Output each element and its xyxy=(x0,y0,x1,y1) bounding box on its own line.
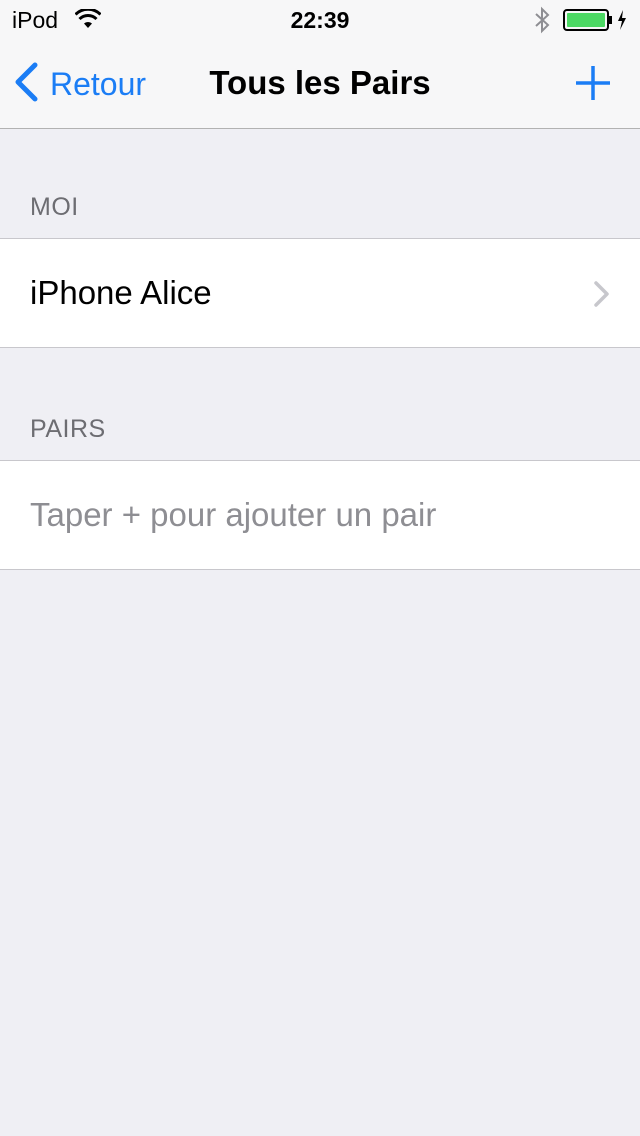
battery-icon xyxy=(563,9,613,36)
plus-icon xyxy=(574,66,612,106)
section-header-me: MOI xyxy=(30,193,79,221)
list-item-empty-peers: Taper + pour ajouter un pair xyxy=(0,460,640,570)
bluetooth-icon xyxy=(534,6,552,39)
section-header-peers: PAIRS xyxy=(30,415,106,443)
chevron-right-icon xyxy=(594,281,610,312)
charging-icon xyxy=(616,9,628,36)
page-title: Tous les Pairs xyxy=(209,64,431,101)
navigation-bar: Retour Tous les Pairs xyxy=(0,40,640,129)
add-peer-button[interactable] xyxy=(574,64,612,102)
status-bar: iPod 22:39 xyxy=(0,0,640,40)
device-name: iPhone Alice xyxy=(30,274,212,311)
empty-peers-hint: Taper + pour ajouter un pair xyxy=(30,496,437,533)
list-item-my-device[interactable]: iPhone Alice xyxy=(0,238,640,348)
